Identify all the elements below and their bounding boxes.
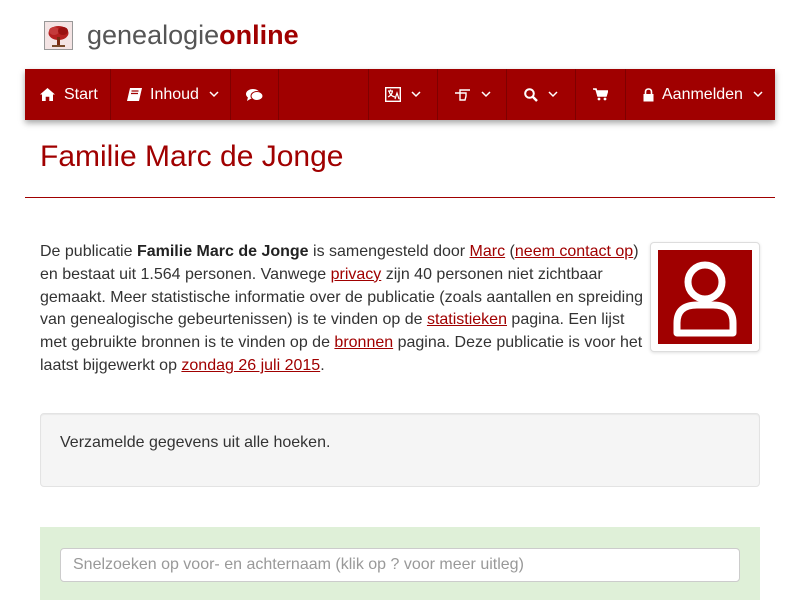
quick-search-panel [40, 527, 760, 600]
cart-icon [593, 88, 608, 101]
publication-intro: De publicatie Familie Marc de Jonge is s… [40, 241, 644, 378]
chevron-down-icon [209, 91, 219, 98]
brand-name: genealogieonline [87, 20, 299, 51]
nav-inhoud[interactable]: Inhoud [111, 69, 231, 120]
user-icon [658, 250, 752, 344]
search-icon [524, 87, 538, 102]
description-text: Verzamelde gegevens uit alle hoeken. [60, 434, 331, 451]
statistics-link[interactable]: statistieken [427, 311, 507, 328]
main-navbar: Start Inhoud Aanmelden [25, 69, 775, 120]
intro-text: . [320, 356, 325, 374]
quick-search-input[interactable] [60, 548, 740, 582]
chevron-down-icon [548, 91, 558, 98]
chevron-down-icon [480, 91, 491, 98]
contact-link[interactable]: neem contact op [515, 243, 633, 260]
title-divider [25, 197, 775, 198]
intro-text: De publicatie [40, 243, 137, 260]
chevron-down-icon [753, 91, 763, 98]
nav-search[interactable] [507, 69, 576, 120]
brand-name-part2: online [219, 19, 299, 50]
comments-icon [246, 88, 263, 102]
language-icon [385, 87, 401, 102]
intro-text: is samengesteld door [308, 243, 470, 260]
lock-icon [643, 87, 654, 102]
site-brand[interactable]: genealogieonline [44, 18, 299, 52]
last-updated-link[interactable]: zondag 26 juli 2015 [181, 357, 320, 374]
nav-start-label: Start [64, 85, 98, 103]
nav-language[interactable] [369, 69, 438, 120]
nav-cart[interactable] [576, 69, 626, 120]
publication-description: Verzamelde gegevens uit alle hoeken. [40, 413, 760, 487]
intro-text: ( [505, 243, 515, 260]
page-title: Familie Marc de Jonge [40, 140, 344, 173]
sources-link[interactable]: bronnen [334, 334, 393, 351]
nav-forum[interactable] [231, 69, 279, 120]
nav-inhoud-label: Inhoud [150, 85, 199, 103]
brand-name-part1: genealogie [87, 19, 220, 50]
hand-pointer-icon [454, 88, 471, 101]
nav-login[interactable]: Aanmelden [626, 69, 775, 120]
author-avatar[interactable] [650, 242, 760, 352]
publication-name: Familie Marc de Jonge [136, 243, 309, 260]
chevron-down-icon [411, 91, 421, 98]
nav-share[interactable] [438, 69, 507, 120]
home-icon [40, 88, 55, 101]
nav-login-label: Aanmelden [662, 85, 743, 103]
navbar-spacer [279, 69, 369, 120]
privacy-link[interactable]: privacy [331, 266, 382, 283]
book-icon [127, 88, 142, 101]
nav-start[interactable]: Start [25, 69, 111, 120]
author-link[interactable]: Marc [470, 243, 506, 260]
tree-icon [44, 20, 73, 50]
